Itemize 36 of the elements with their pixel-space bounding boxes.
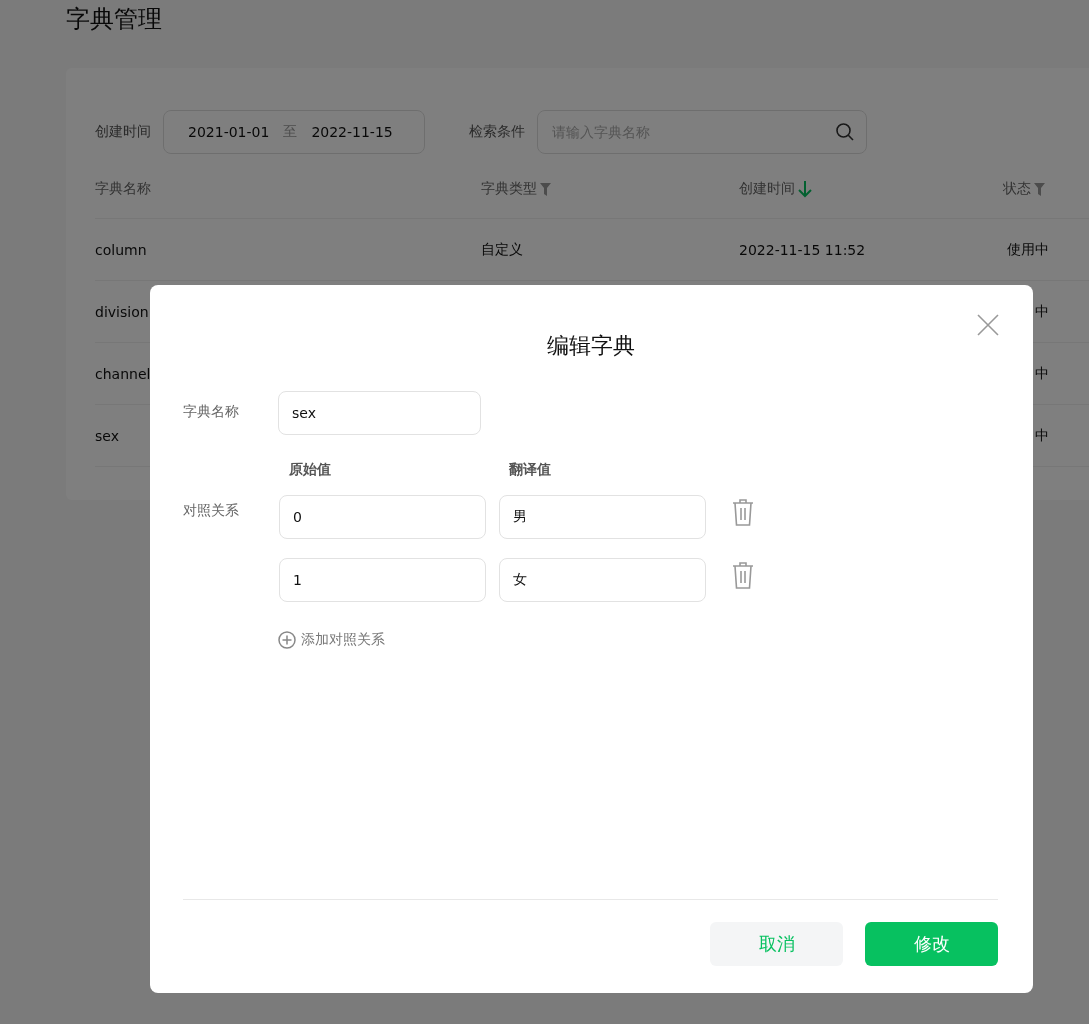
- column-header: 字典名称: [95, 180, 151, 198]
- plus-circle-icon: [278, 631, 296, 649]
- add-mapping-link[interactable]: 添加对照关系: [278, 631, 754, 649]
- table-cell: column: [95, 241, 147, 258]
- column-header: 翻译值: [509, 461, 551, 479]
- translated-value-input[interactable]: 女: [499, 558, 706, 602]
- original-value-input[interactable]: 0: [279, 495, 486, 539]
- trash-icon[interactable]: [732, 561, 754, 589]
- filter-label: 检索条件: [469, 123, 525, 141]
- column-header: 创建时间: [739, 180, 795, 198]
- table-cell: channel: [95, 365, 151, 382]
- table-cell: sex: [95, 427, 119, 444]
- dialog-title: 编辑字典: [545, 332, 636, 360]
- column-header: 原始值: [289, 461, 332, 479]
- original-value-input[interactable]: 1: [279, 558, 486, 602]
- translated-value-input[interactable]: 男: [499, 495, 706, 539]
- page-title: 字典管理: [66, 4, 163, 35]
- filter-label: 创建时间: [95, 123, 151, 141]
- filter-icon[interactable]: [540, 182, 551, 196]
- trash-icon[interactable]: [732, 498, 754, 526]
- table-cell: 中: [1035, 426, 1049, 445]
- field-label: 对照关系: [183, 501, 240, 520]
- table-cell: 中: [1035, 302, 1049, 321]
- sort-arrow-icon[interactable]: [798, 180, 812, 198]
- filter-icon[interactable]: [1034, 182, 1045, 196]
- table-cell: 2022-11-15 11:52: [739, 241, 866, 258]
- table-cell: 使用中: [1007, 240, 1049, 259]
- close-icon[interactable]: [977, 314, 999, 336]
- column-header: 字典类型: [481, 180, 537, 198]
- table-cell: division: [95, 303, 149, 320]
- column-header: 状态: [1003, 180, 1031, 198]
- search-icon: [835, 122, 855, 142]
- name-input[interactable]: sex: [278, 391, 481, 435]
- table-cell: 自定义: [481, 240, 523, 259]
- field-label: 字典名称: [183, 402, 240, 421]
- table-cell: 中: [1035, 364, 1049, 383]
